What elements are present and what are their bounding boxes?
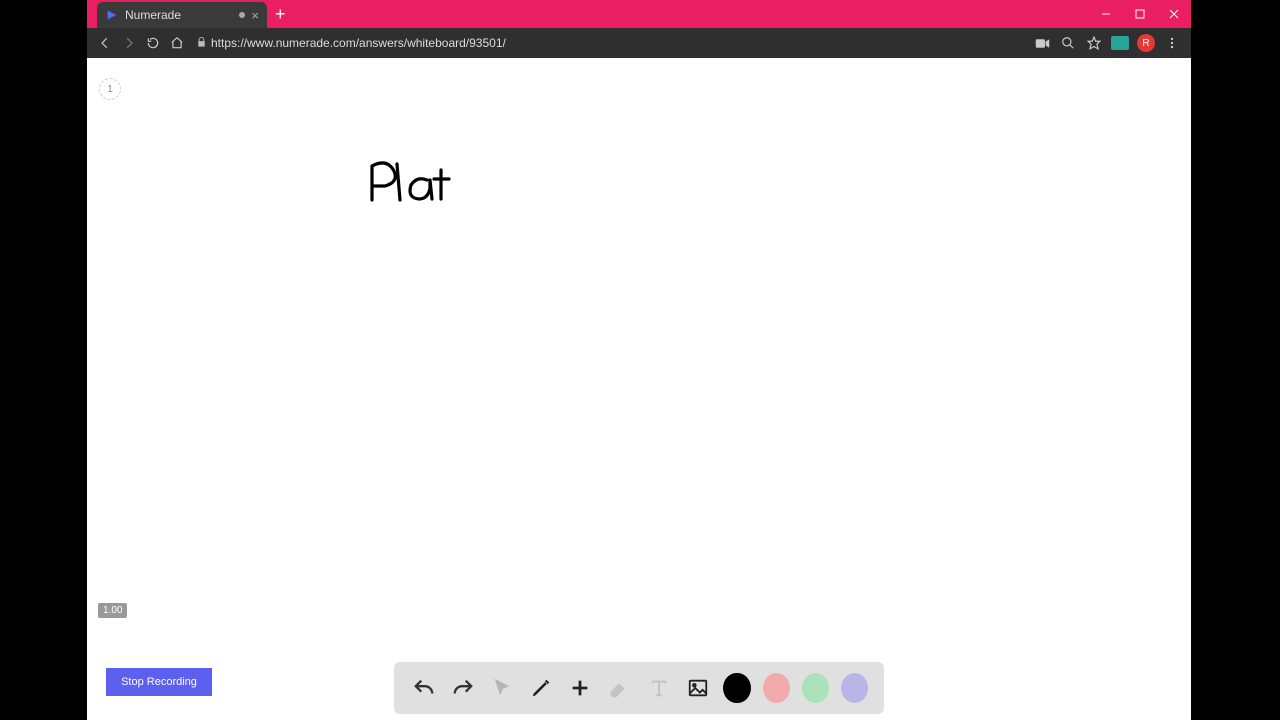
page-viewport: 1 1.00 Stop Recording: [87, 58, 1191, 720]
window-maximize-button[interactable]: [1123, 0, 1157, 28]
stop-recording-button[interactable]: Stop Recording: [106, 668, 212, 696]
color-purple[interactable]: [841, 673, 868, 703]
window-minimize-button[interactable]: [1089, 0, 1123, 28]
eraser-tool[interactable]: [606, 673, 633, 703]
undo-button[interactable]: [410, 673, 437, 703]
color-red[interactable]: [763, 673, 790, 703]
nav-home-button[interactable]: [166, 32, 188, 54]
zoom-level-badge[interactable]: 1.00: [98, 603, 127, 618]
pointer-tool[interactable]: [488, 673, 515, 703]
url-field[interactable]: https://www.numerade.com/answers/whitebo…: [211, 36, 1029, 50]
window-close-button[interactable]: [1157, 0, 1191, 28]
handwriting-stroke: [87, 58, 587, 358]
titlebar: Numerade × +: [87, 0, 1191, 28]
extension-icon[interactable]: [1109, 32, 1131, 54]
address-bar: https://www.numerade.com/answers/whitebo…: [87, 28, 1191, 58]
new-tab-button[interactable]: +: [275, 4, 286, 25]
color-green[interactable]: [802, 673, 829, 703]
tab-close-icon[interactable]: ×: [251, 8, 259, 23]
bookmark-star-icon[interactable]: [1083, 32, 1105, 54]
window-controls: [1089, 0, 1191, 28]
whiteboard-toolbar: [394, 662, 884, 714]
nav-reload-button[interactable]: [142, 32, 164, 54]
nav-back-button[interactable]: [94, 32, 116, 54]
text-tool[interactable]: [645, 673, 672, 703]
browser-window: Numerade × +: [87, 0, 1191, 720]
tab-title: Numerade: [125, 8, 233, 22]
zoom-icon[interactable]: [1057, 32, 1079, 54]
image-tool[interactable]: [684, 673, 711, 703]
browser-menu-icon[interactable]: [1161, 32, 1183, 54]
browser-tab[interactable]: Numerade ×: [97, 2, 267, 28]
tab-recording-indicator-icon: [239, 12, 245, 18]
add-tool[interactable]: [567, 673, 594, 703]
crosshair-cursor-icon: [434, 171, 450, 187]
whiteboard-canvas[interactable]: 1 1.00 Stop Recording: [87, 58, 1191, 720]
redo-button[interactable]: [449, 673, 476, 703]
profile-avatar[interactable]: R: [1135, 32, 1157, 54]
nav-forward-button[interactable]: [118, 32, 140, 54]
tab-favicon: [105, 8, 119, 22]
color-black[interactable]: [723, 673, 750, 703]
lock-icon: [196, 36, 207, 51]
pencil-tool[interactable]: [527, 673, 554, 703]
camera-indicator-icon[interactable]: [1031, 32, 1053, 54]
